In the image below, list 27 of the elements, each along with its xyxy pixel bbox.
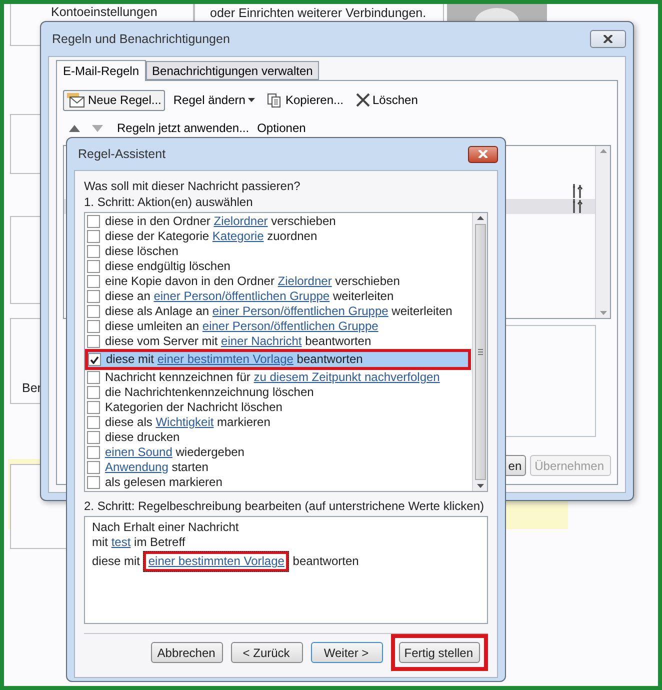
action-text: diese der Kategorie Kategorie zuordnen xyxy=(105,229,318,244)
question-text: Was soll mit dieser Nachricht passieren? xyxy=(84,178,300,194)
window-title: Regeln und Benachrichtigungen xyxy=(51,32,230,46)
action-text: diese in den Ordner Zielordner verschieben xyxy=(105,214,336,229)
action-text: diese an einer Person/öffentlichen Gruppe weiterleiten xyxy=(105,289,394,304)
window-title: Regel-Assistent xyxy=(77,147,166,161)
action-text: diese löschen xyxy=(105,244,178,259)
action-text: diese vom Server mit einer Nachricht beantworten xyxy=(105,334,372,349)
action-text: diese mit einer bestimmten Vorlage beantworten xyxy=(106,352,363,367)
action-text: diese umleiten an einer Person/öffentlichen Gruppe xyxy=(105,319,378,334)
connections-text: oder Einrichten weiterer Verbindungen. xyxy=(210,6,426,20)
action-text: einen Sound wiedergeben xyxy=(105,445,244,460)
cut-label: Ber xyxy=(22,381,42,395)
description-line: diese mit einer bestimmten Vorlage beantworten xyxy=(92,550,359,573)
step-label: 2. Schritt: Regelbeschreibung bearbeiten (auf unterstrichene Werte klicken) xyxy=(84,498,484,514)
action-text: eine Kopie davon in den Ordner Zielordner verschieben xyxy=(105,274,400,289)
action-text: diese drucken xyxy=(105,430,180,445)
action-text: diese endgültig löschen xyxy=(105,259,230,274)
step-label: 1. Schritt: Aktion(en) auswählen xyxy=(84,194,253,210)
action-text: diese als Wichtigkeit markieren xyxy=(105,415,270,430)
description-line: Nach Erhalt einer Nachricht xyxy=(92,520,239,535)
description-line: mit test im Betreff xyxy=(92,535,186,550)
action-text: Anwendung starten xyxy=(105,460,208,475)
action-text: als gelesen markieren xyxy=(105,475,222,490)
account-settings-label: Kontoeinstellungen xyxy=(51,5,158,19)
action-text: Kategorien der Nachricht löschen xyxy=(105,400,282,415)
action-text: die Nachrichtenkennzeichnung löschen xyxy=(105,385,314,400)
